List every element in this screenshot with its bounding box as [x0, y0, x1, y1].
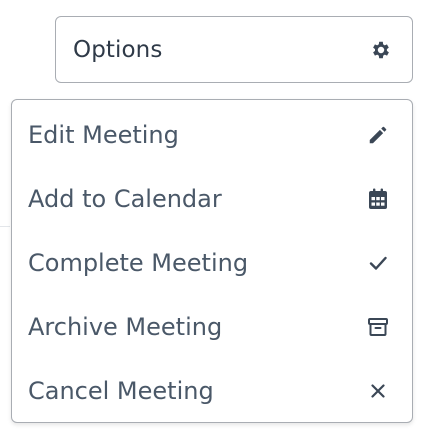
menu-item-label: Add to Calendar [28, 185, 222, 213]
menu-item-label: Complete Meeting [28, 249, 249, 277]
calendar-icon [366, 187, 390, 211]
archive-box-icon [366, 315, 390, 339]
options-button[interactable]: Options [55, 16, 413, 83]
menu-item-label: Archive Meeting [28, 313, 223, 341]
menu-item-label: Edit Meeting [28, 121, 179, 149]
options-button-label: Options [73, 36, 163, 63]
menu-item-label: Cancel Meeting [28, 377, 214, 405]
pencil-icon [366, 123, 390, 147]
close-icon [366, 379, 390, 403]
options-menu: Edit Meeting Add to Calendar Complete Me… [11, 99, 413, 423]
menu-item-edit-meeting[interactable]: Edit Meeting [12, 103, 412, 167]
checkmark-icon [366, 251, 390, 275]
menu-item-add-to-calendar[interactable]: Add to Calendar [12, 167, 412, 231]
menu-item-cancel-meeting[interactable]: Cancel Meeting [12, 359, 412, 423]
menu-item-archive-meeting[interactable]: Archive Meeting [12, 295, 412, 359]
background-divider [0, 226, 10, 227]
menu-item-complete-meeting[interactable]: Complete Meeting [12, 231, 412, 295]
gear-icon [370, 39, 392, 61]
options-dropdown-stage: Options Edit Meeting Add to Calendar Com… [0, 0, 424, 440]
